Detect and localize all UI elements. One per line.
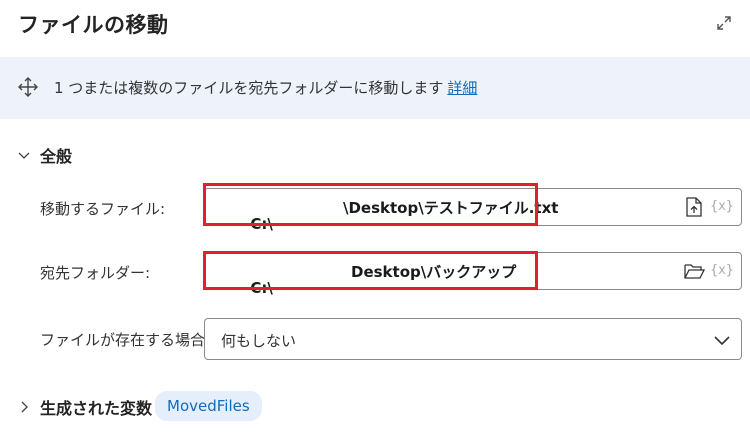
details-link[interactable]: 詳細	[447, 79, 477, 97]
general-section-label: 全般	[40, 147, 73, 166]
move-icon	[18, 77, 38, 97]
info-description-text: 1 つまたは複数のファイルを宛先フォルダーに移動します	[54, 79, 444, 97]
destination-prefix: C:\	[250, 279, 273, 297]
move-file-dialog: ファイルの移動 1 つまたは複数のファイルを宛先フォルダーに移動します 詳細 全般…	[0, 0, 750, 434]
chevron-down-icon	[714, 336, 730, 346]
if-file-exists-value: 何もしない	[221, 332, 297, 350]
dialog-title: ファイルの移動	[18, 13, 169, 37]
produced-variables-toggle[interactable]: 生成された変数	[17, 395, 152, 419]
files-to-move-prefix: C:\	[250, 215, 273, 233]
chevron-right-icon	[21, 401, 28, 413]
destination-suffix: Desktop\バックアップ	[351, 263, 517, 281]
folder-open-icon[interactable]	[683, 260, 705, 282]
files-to-move-input[interactable]: C:\ \Desktop\テストファイル.txt {x}	[204, 188, 742, 233]
destination-folder-input[interactable]: C:\ Desktop\バックアップ {x}	[204, 252, 742, 297]
files-to-move-variable-button[interactable]: {x}	[709, 197, 735, 217]
if-file-exists-label: ファイルが存在する場合:	[40, 331, 211, 349]
file-upload-icon[interactable]	[683, 196, 705, 218]
files-to-move-suffix: \Desktop\テストファイル.txt	[343, 199, 559, 217]
expand-icon[interactable]	[715, 14, 733, 32]
if-file-exists-select[interactable]: 何もしない	[204, 318, 742, 360]
files-to-move-label: 移動するファイル:	[40, 200, 166, 218]
chevron-down-icon	[18, 152, 30, 159]
destination-variable-button[interactable]: {x}	[709, 261, 735, 281]
produced-variables-label: 生成された変数	[40, 399, 153, 418]
general-section-toggle[interactable]: 全般	[17, 143, 72, 167]
moved-files-variable-chip[interactable]: MovedFiles	[155, 391, 262, 421]
info-bar: 1 つまたは複数のファイルを宛先フォルダーに移動します 詳細	[0, 57, 750, 119]
info-description: 1 つまたは複数のファイルを宛先フォルダーに移動します 詳細	[54, 77, 477, 98]
destination-folder-label: 宛先フォルダー:	[40, 264, 151, 282]
